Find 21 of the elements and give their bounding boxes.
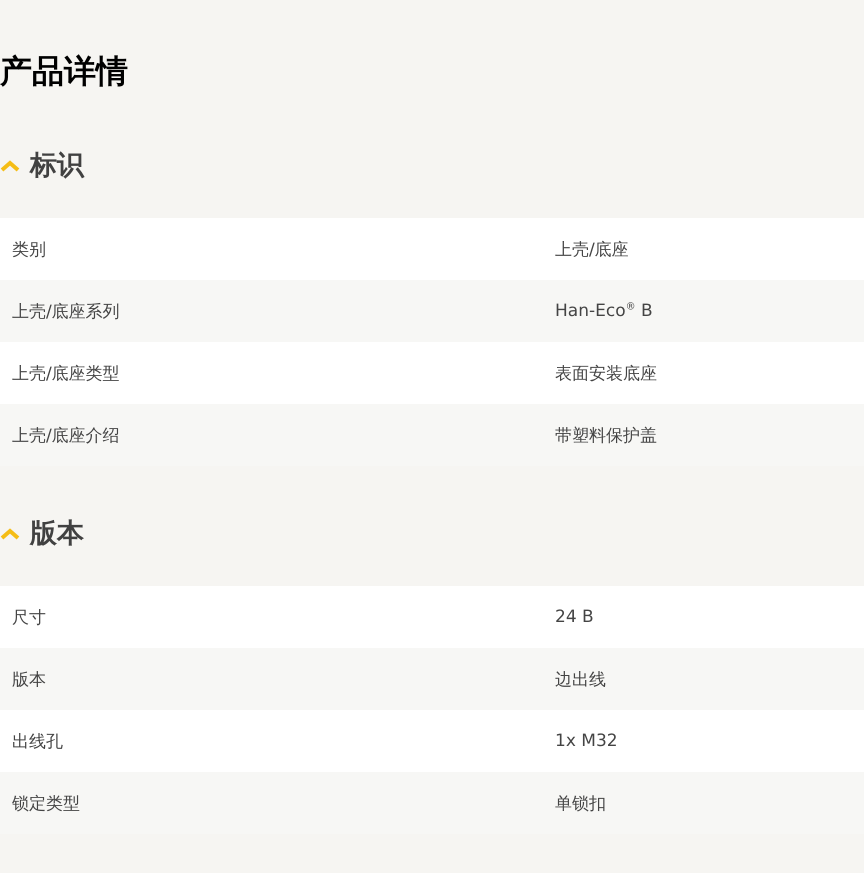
- spec-label: 类别: [11, 238, 47, 260]
- spec-label: 上壳/底座类型: [11, 362, 121, 384]
- spec-label: 上壳/底座介绍: [11, 424, 121, 446]
- spec-label: 上壳/底座系列: [11, 300, 121, 322]
- section-header[interactable]: 标识: [0, 146, 84, 186]
- page-title: 产品详情: [0, 51, 129, 92]
- spec-value: 单锁扣: [554, 792, 607, 814]
- chevron-up-icon: [0, 160, 20, 172]
- spec-value: 表面安装底座: [554, 362, 658, 384]
- spec-label: 尺寸: [11, 606, 47, 628]
- chevron-up-icon: [0, 528, 20, 540]
- spec-value: 上壳/底座: [554, 238, 630, 260]
- spec-value: 24 B: [554, 607, 595, 627]
- spec-label: 出线孔: [11, 730, 64, 752]
- section-header[interactable]: 版本: [0, 514, 84, 554]
- spec-label: 锁定类型: [11, 792, 81, 814]
- spec-value: 边出线: [554, 668, 607, 690]
- spec-label: 版本: [11, 668, 47, 690]
- spec-value: 1x M32: [554, 731, 619, 751]
- spec-value: 带塑料保护盖: [554, 424, 658, 446]
- spec-value: Han-Eco$^{®}$ B: [554, 301, 654, 321]
